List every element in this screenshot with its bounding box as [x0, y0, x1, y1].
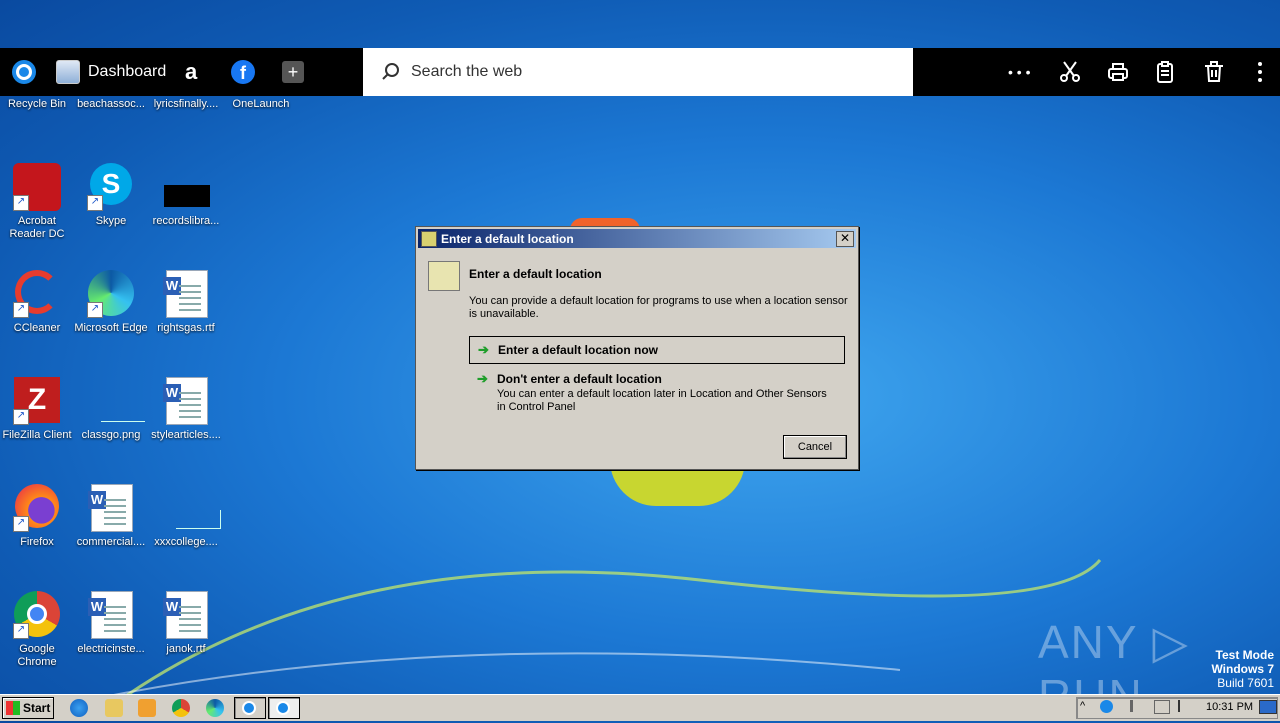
print-icon[interactable] — [1106, 60, 1130, 84]
amazon-icon[interactable]: a — [185, 48, 197, 96]
desktop-icon-ccleaner[interactable]: ↗ CCleaner — [0, 270, 74, 335]
desktop-icon-classgo[interactable]: classgo.png — [74, 377, 148, 442]
clipboard-icon[interactable] — [1153, 60, 1177, 84]
close-icon[interactable]: ✕ — [836, 230, 854, 247]
dashboard-button[interactable]: Dashboard — [56, 48, 166, 96]
search-icon — [382, 63, 399, 80]
word-document-icon: W — [162, 270, 210, 318]
desktop-icon-skype[interactable]: S ↗ Skype — [74, 163, 148, 228]
plus-icon: + — [282, 61, 304, 83]
facebook-icon[interactable]: f — [231, 48, 255, 96]
search-input[interactable]: Search the web — [363, 48, 913, 96]
dashboard-label: Dashboard — [88, 63, 167, 80]
desktop-icon-onelaunch[interactable]: OneLaunch — [224, 98, 298, 111]
action-center-flag-icon[interactable] — [1178, 700, 1194, 712]
edge-icon: ↗ — [87, 270, 135, 318]
desktop-icon-janok[interactable]: W janok.rtf — [149, 591, 223, 656]
volume-icon[interactable] — [1130, 700, 1147, 712]
default-location-dialog: Enter a default location ✕ Enter a defau… — [415, 226, 859, 470]
file-thumbnail-icon — [162, 484, 221, 532]
option2-label: Don't enter a default location — [497, 372, 662, 386]
chrome-taskbar-icon[interactable] — [172, 699, 190, 717]
windows-flag-icon — [6, 701, 20, 715]
media-player-icon[interactable] — [138, 699, 156, 717]
option1-label: Enter a default location now — [498, 343, 659, 357]
trash-icon[interactable] — [1202, 60, 1226, 84]
image-file-icon — [87, 377, 145, 425]
test-mode-label: Test Mode Windows 7 Build 7601 — [1211, 648, 1274, 690]
explorer-icon[interactable] — [105, 699, 123, 717]
taskbar: Start ^ 10:31 PM — [0, 694, 1280, 721]
search-placeholder: Search the web — [411, 63, 523, 80]
start-label: Start — [23, 701, 51, 715]
desktop-icon-acrobat[interactable]: ↗ Acrobat Reader DC — [0, 163, 74, 241]
acrobat-icon: ↗ — [13, 163, 61, 211]
ie-icon[interactable] — [70, 699, 88, 717]
onelaunch-active-button[interactable] — [268, 697, 300, 719]
onelaunch-icon — [276, 701, 290, 715]
desktop-icon-rightsgas[interactable]: W rightsgas.rtf — [149, 270, 223, 335]
enter-location-now-option[interactable]: ➔ Enter a default location now — [469, 336, 845, 364]
scissors-icon[interactable] — [1058, 60, 1082, 84]
filezilla-icon: Z ↗ — [13, 377, 61, 425]
file-thumbnail-icon — [162, 163, 210, 211]
onelaunch-tray-icon[interactable] — [1100, 700, 1113, 713]
ccleaner-icon: ↗ — [13, 270, 61, 318]
word-document-icon: W — [87, 591, 135, 639]
dont-enter-location-option[interactable]: ➔ Don't enter a default location You can… — [469, 370, 843, 414]
firefox-icon: ↗ — [13, 484, 61, 532]
dialog-title: Enter a default location — [441, 231, 574, 246]
desktop-icon-electricinste[interactable]: W electricinste... — [74, 591, 148, 656]
chrome-icon: ↗ — [13, 591, 61, 639]
kebab-menu-icon[interactable] — [1248, 60, 1272, 84]
desktop-icon-recycle-bin[interactable]: Recycle Bin — [0, 98, 74, 111]
dialog-description: You can provide a default location for p… — [469, 295, 848, 320]
word-document-icon: W — [87, 484, 135, 532]
onelaunch-logo-icon[interactable] — [12, 48, 36, 96]
word-document-icon: W — [162, 591, 210, 639]
location-icon — [421, 230, 437, 247]
desktop-icon-chrome[interactable]: ↗ Google Chrome — [0, 591, 74, 669]
desktop-icon-commercial[interactable]: W commercial.... — [74, 484, 148, 549]
clock[interactable]: 10:31 PM — [1206, 701, 1253, 713]
desktop-icon-xxxcollege[interactable]: xxxcollege.... — [149, 484, 223, 549]
option2-description: You can enter a default location later i… — [497, 388, 827, 413]
desktop-icon-firefox[interactable]: ↗ Firefox — [0, 484, 74, 549]
show-desktop-icon[interactable] — [1259, 700, 1277, 714]
desktop-icon-edge[interactable]: ↗ Microsoft Edge — [74, 270, 148, 335]
more-options-icon[interactable]: • • • — [1008, 60, 1032, 84]
green-arrow-icon: ➔ — [478, 342, 489, 357]
desktop-icon-filezilla[interactable]: Z ↗ FileZilla Client — [0, 377, 74, 442]
location-sensor-icon — [428, 261, 460, 291]
onelaunch-bar: Dashboard a f + Search the web • • • — [0, 48, 1280, 96]
desktop-icon-stylearticles[interactable]: W stylearticles.... — [149, 377, 223, 442]
desktop-icon-beachassoc[interactable]: beachassoc... — [74, 98, 148, 111]
edge-taskbar-icon[interactable] — [206, 699, 224, 717]
show-hidden-icons-icon[interactable]: ^ — [1080, 700, 1094, 712]
green-arrow-icon: ➔ — [477, 371, 488, 386]
cancel-button[interactable]: Cancel — [783, 435, 847, 459]
network-icon[interactable] — [1154, 700, 1170, 714]
dashboard-icon — [56, 60, 80, 84]
desktop-icon-lyricsfinally[interactable]: lyricsfinally.... — [149, 98, 223, 111]
onelaunch-taskbar-button[interactable] — [234, 697, 266, 719]
skype-icon: S ↗ — [87, 163, 135, 211]
desktop-icon-recordslibra[interactable]: recordslibra... — [149, 163, 223, 228]
onelaunch-icon — [242, 701, 256, 715]
start-button[interactable]: Start — [2, 697, 54, 719]
dialog-titlebar[interactable]: Enter a default location ✕ — [418, 229, 856, 248]
word-document-icon: W — [162, 377, 210, 425]
add-shortcut-button[interactable]: + — [282, 48, 304, 96]
dialog-heading: Enter a default location — [469, 267, 602, 281]
